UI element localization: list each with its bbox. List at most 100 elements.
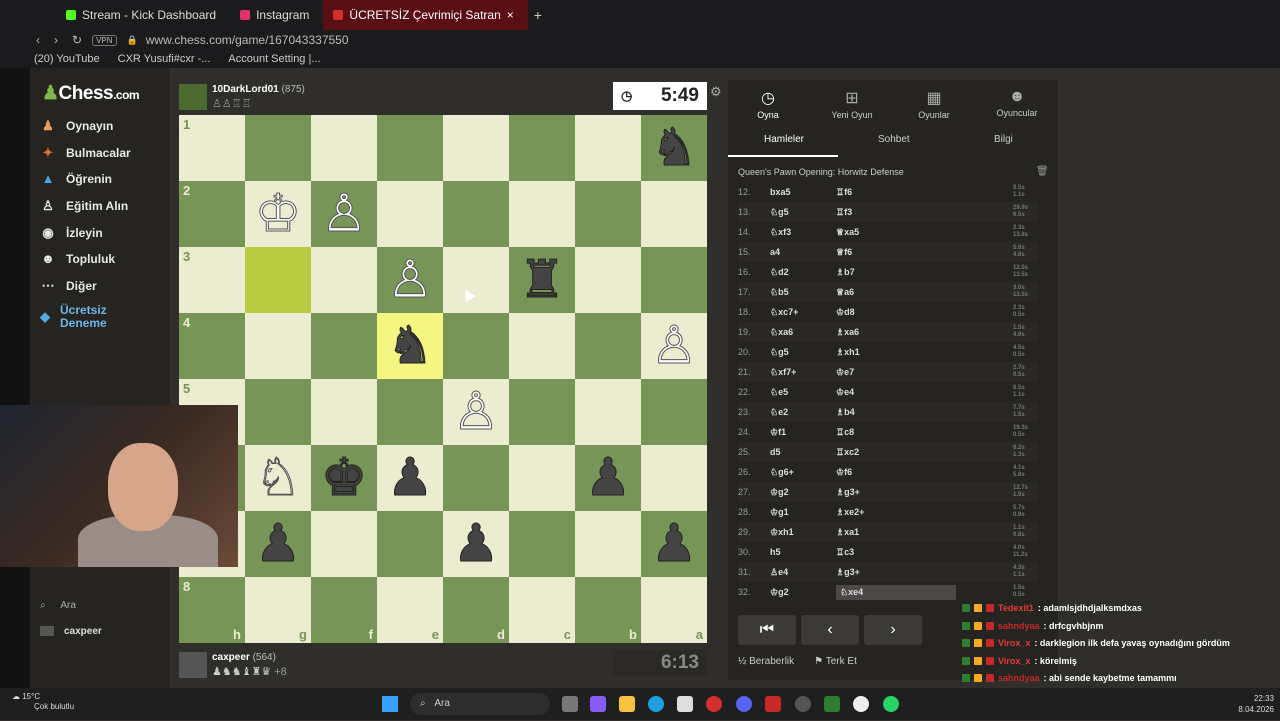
square-c2[interactable]: [509, 181, 575, 247]
draw-button[interactable]: ½ Beraberlik: [738, 656, 794, 667]
square-g6[interactable]: ♘: [245, 445, 311, 511]
chess-piece[interactable]: ♔: [254, 188, 302, 241]
white-move[interactable]: ♘b5: [770, 287, 836, 298]
bookmark-youtube[interactable]: (20) YouTube: [34, 53, 100, 65]
square-b8[interactable]: b: [575, 577, 641, 643]
obs-icon[interactable]: [853, 696, 869, 712]
resign-button[interactable]: ⚑ Terk Et: [814, 656, 857, 667]
square-e4[interactable]: ♞: [377, 313, 443, 379]
square-f8[interactable]: f: [311, 577, 377, 643]
square-a3[interactable]: [641, 247, 707, 313]
black-move[interactable]: ♗xa6: [836, 327, 956, 338]
square-c6[interactable]: [509, 445, 575, 511]
square-e3[interactable]: ♙: [377, 247, 443, 313]
opponent-name[interactable]: 10DarkLord01: [212, 84, 279, 95]
square-b6[interactable]: ♟: [575, 445, 641, 511]
square-h1[interactable]: 1: [179, 115, 245, 181]
chess-piece[interactable]: ♟: [452, 518, 500, 571]
close-tab-icon[interactable]: ×: [507, 8, 514, 22]
white-move[interactable]: ♘xf3: [770, 227, 836, 238]
square-e8[interactable]: e: [377, 577, 443, 643]
square-f1[interactable]: [311, 115, 377, 181]
tab-moves[interactable]: Hamleler: [764, 134, 804, 145]
square-d2[interactable]: [443, 181, 509, 247]
back-icon[interactable]: ‹: [36, 33, 40, 47]
bookmark-account[interactable]: Account Setting |...: [228, 53, 320, 65]
first-move-button[interactable]: ⏮: [738, 615, 796, 645]
square-c7[interactable]: [509, 511, 575, 577]
black-move[interactable]: ♔e7: [836, 367, 956, 378]
app-icon[interactable]: [765, 696, 781, 712]
sidebar-search[interactable]: ⌕ Ara: [40, 600, 76, 611]
file-explorer-icon[interactable]: [619, 696, 635, 712]
square-h2[interactable]: 2: [179, 181, 245, 247]
white-move[interactable]: ♔g1: [770, 507, 836, 518]
sidebar-item-free-trial[interactable]: ◆ Ücretsiz Deneme: [40, 304, 120, 330]
square-d3[interactable]: [443, 247, 509, 313]
store-icon[interactable]: [677, 696, 693, 712]
black-move[interactable]: ♗b4: [836, 407, 956, 418]
square-f2[interactable]: ♙: [311, 181, 377, 247]
white-move[interactable]: ♘g5: [770, 347, 836, 358]
square-e7[interactable]: [377, 511, 443, 577]
black-move[interactable]: ♗xh1: [836, 347, 956, 358]
chess-piece[interactable]: ♟: [650, 518, 698, 571]
white-move[interactable]: d5: [770, 447, 836, 457]
square-e5[interactable]: [377, 379, 443, 445]
sidebar-item-community[interactable]: ☻ Topluluk: [40, 251, 115, 266]
start-button[interactable]: [382, 696, 398, 712]
square-d8[interactable]: d: [443, 577, 509, 643]
square-f6[interactable]: ♚: [311, 445, 377, 511]
square-b5[interactable]: [575, 379, 641, 445]
square-c1[interactable]: [509, 115, 575, 181]
tab-games[interactable]: ▦ Oyunlar: [894, 88, 974, 120]
square-a4[interactable]: ♙: [641, 313, 707, 379]
square-g7[interactable]: ♟: [245, 511, 311, 577]
white-move[interactable]: bxa5: [770, 187, 836, 197]
white-move[interactable]: ♔g2: [770, 587, 836, 598]
white-move[interactable]: a4: [770, 247, 836, 257]
address-bar[interactable]: ‹ › ↻ VPN 🔒 www.chess.com/game/167043337…: [0, 30, 1280, 50]
black-move[interactable]: ♕xa5: [836, 227, 956, 238]
edge-icon[interactable]: [648, 696, 664, 712]
square-f3[interactable]: [311, 247, 377, 313]
tab-kick-dashboard[interactable]: Stream - Kick Dashboard: [56, 0, 230, 30]
taskbar-search[interactable]: ⌕ Ara: [410, 693, 550, 715]
square-d4[interactable]: [443, 313, 509, 379]
chess-piece[interactable]: ♞: [386, 320, 434, 373]
chess-piece[interactable]: ♘: [254, 452, 302, 505]
chess-piece[interactable]: ♚: [320, 452, 368, 505]
square-b2[interactable]: [575, 181, 641, 247]
sidebar-item-coach[interactable]: ♙ Eğitim Alın: [40, 198, 128, 214]
chess-piece[interactable]: ♟: [584, 452, 632, 505]
square-a5[interactable]: [641, 379, 707, 445]
black-move[interactable]: ♗g3+: [836, 487, 956, 498]
opponent-avatar[interactable]: [179, 84, 207, 110]
white-move[interactable]: ♘d2: [770, 267, 836, 278]
trash-icon[interactable]: 🗑: [1036, 166, 1049, 177]
black-move[interactable]: ♖c3: [836, 547, 956, 558]
square-f7[interactable]: [311, 511, 377, 577]
chess-piece[interactable]: ♜: [518, 254, 566, 307]
square-a6[interactable]: [641, 445, 707, 511]
sidebar-item-more[interactable]: ⋯ Diğer: [40, 278, 97, 294]
tab-players[interactable]: ☻ Oyuncular: [977, 88, 1057, 118]
opera-gx-icon[interactable]: [706, 696, 722, 712]
steam-icon[interactable]: [795, 696, 811, 712]
next-move-button[interactable]: ›: [864, 615, 922, 645]
chess-board[interactable]: 1♞2♔♙3♙♜4♞♙5♙6♘♚♟♟7♟♟♟8hgfedcba: [179, 115, 707, 643]
prev-move-button[interactable]: ‹: [801, 615, 859, 645]
tab-play[interactable]: ◷ Oyna: [728, 88, 808, 120]
weather-widget[interactable]: ☁ 15°C Çok bulutlu: [12, 692, 74, 712]
square-h3[interactable]: 3: [179, 247, 245, 313]
chess-piece[interactable]: ♞: [650, 122, 698, 175]
square-g4[interactable]: [245, 313, 311, 379]
copilot-icon[interactable]: [590, 696, 606, 712]
white-move[interactable]: ♘e2: [770, 407, 836, 418]
square-a2[interactable]: [641, 181, 707, 247]
black-move[interactable]: ♗xe2+: [836, 507, 956, 518]
bookmark-cxr[interactable]: CXR Yusufi#cxr -...: [118, 53, 211, 65]
square-a7[interactable]: ♟: [641, 511, 707, 577]
forward-icon[interactable]: ›: [54, 33, 58, 47]
square-b1[interactable]: [575, 115, 641, 181]
